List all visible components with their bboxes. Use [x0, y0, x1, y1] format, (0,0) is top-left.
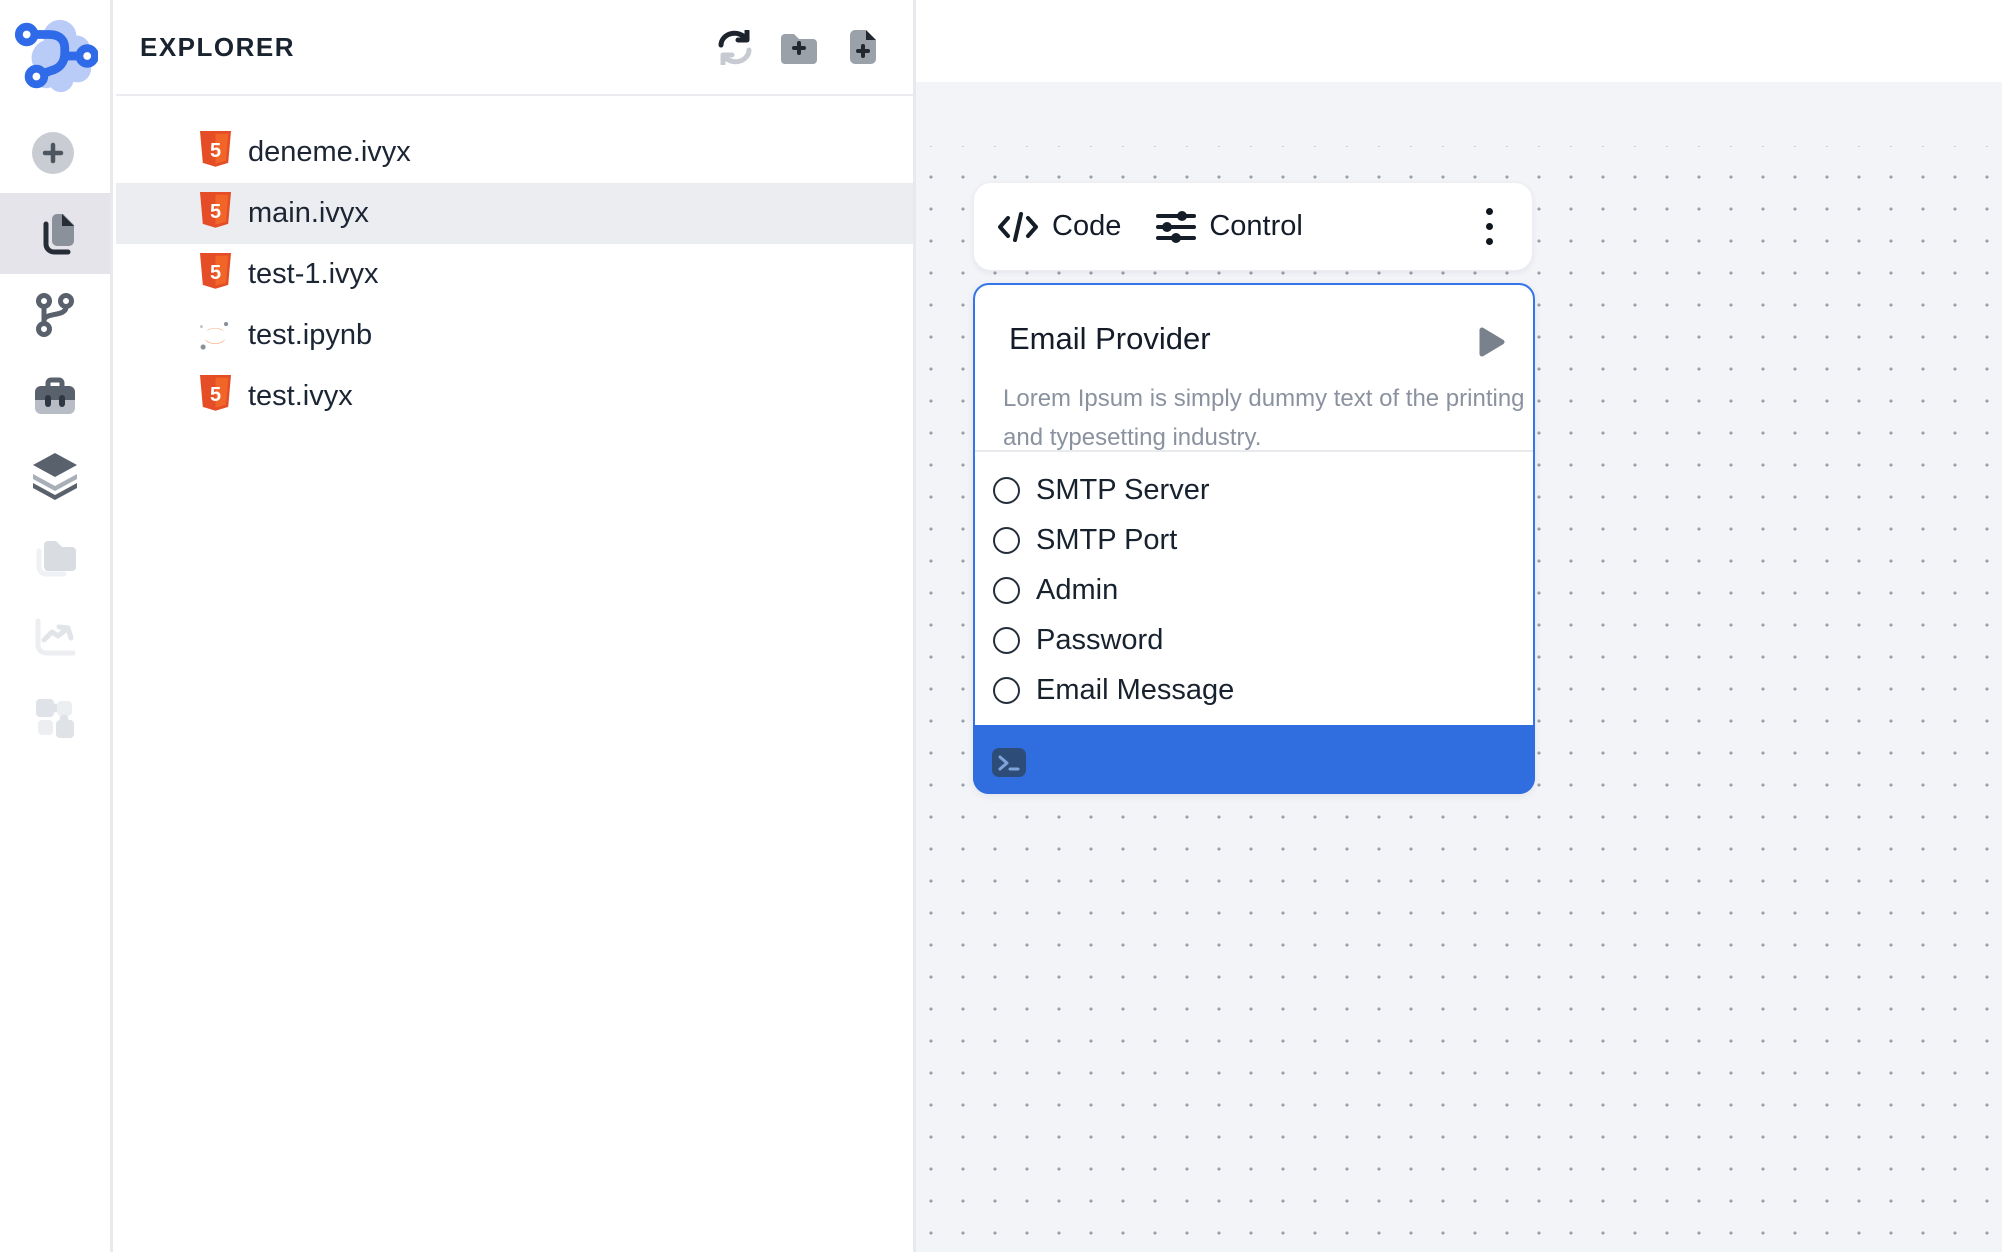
node-option-row[interactable]: Email Message: [975, 665, 1533, 715]
svg-text:5: 5: [209, 201, 220, 223]
svg-text:5: 5: [209, 384, 220, 406]
jupyter-icon: [198, 316, 232, 356]
file-row[interactable]: 5 main.ivyx: [116, 183, 913, 244]
node-option-row[interactable]: SMTP Port: [975, 515, 1533, 565]
svg-text:5: 5: [209, 262, 220, 284]
icon-sidebar: [0, 0, 113, 1252]
file-row[interactable]: test.ipynb: [116, 305, 913, 366]
sliders-icon: [1155, 208, 1197, 246]
radio-button[interactable]: [993, 577, 1020, 604]
file-name: test-1.ivyx: [248, 258, 379, 291]
option-label: Admin: [1036, 574, 1118, 607]
explorer-title: EXPLORER: [140, 32, 295, 63]
file-row[interactable]: 5 deneme.ivyx: [116, 122, 913, 183]
file-type-icon: 5: [198, 191, 232, 237]
tab-code-label: Code: [1052, 210, 1121, 243]
radio-button[interactable]: [993, 677, 1020, 704]
file-list: 5 deneme.ivyx 5 main.ivyx 5 test-1.ivyx …: [116, 96, 913, 427]
sidebar-item-plugins[interactable]: [0, 677, 110, 758]
flow-canvas: Code Control Email Provider: [916, 0, 2002, 1252]
option-label: SMTP Server: [1036, 474, 1210, 507]
explorer-actions: [715, 0, 883, 94]
run-node-button[interactable]: [1477, 325, 1507, 359]
node-title: Email Provider: [1009, 321, 1211, 357]
new-folder-icon: [779, 30, 819, 64]
option-label: Email Message: [1036, 674, 1234, 707]
terminal-icon: [997, 754, 1021, 772]
toolbox-icon: [32, 374, 78, 418]
folder-icon: [32, 537, 78, 579]
canvas-toolbar: Code Control: [973, 182, 1533, 271]
layers-icon: [32, 452, 78, 501]
new-file-button[interactable]: [843, 27, 883, 67]
node-description-line: Lorem Ipsum is simply dummy text of the …: [1003, 379, 1525, 418]
explorer-panel: EXPLORER: [116, 0, 916, 1252]
option-label: SMTP Port: [1036, 524, 1177, 557]
html5-icon: 5: [200, 192, 231, 236]
tab-code[interactable]: Code: [996, 208, 1121, 246]
sidebar-item-flows[interactable]: [0, 274, 110, 355]
new-folder-button[interactable]: [779, 27, 819, 67]
file-type-icon: 5: [198, 130, 232, 176]
code-icon: [996, 208, 1040, 246]
radio-button[interactable]: [993, 527, 1020, 554]
add-button[interactable]: [32, 132, 74, 174]
node-options: SMTP Server SMTP Port Admin Password Ema…: [975, 452, 1533, 715]
node-footer: [973, 725, 1535, 794]
file-name: test.ivyx: [248, 380, 353, 413]
svg-text:5: 5: [209, 140, 220, 162]
file-name: main.ivyx: [248, 197, 369, 230]
files-icon: [34, 211, 76, 257]
toolbar-menu-button[interactable]: [1476, 183, 1502, 270]
file-row[interactable]: 5 test.ivyx: [116, 366, 913, 427]
sidebar-item-folders[interactable]: [0, 517, 110, 598]
refresh-button[interactable]: [715, 27, 755, 67]
git-branch-icon: [34, 293, 76, 337]
node-option-row[interactable]: SMTP Server: [975, 465, 1533, 515]
file-type-icon: [198, 313, 232, 359]
html5-icon: 5: [200, 253, 231, 297]
node-option-row[interactable]: Admin: [975, 565, 1533, 615]
file-row[interactable]: 5 test-1.ivyx: [116, 244, 913, 305]
sidebar-item-toolbox[interactable]: [0, 355, 110, 436]
sidebar-item-files[interactable]: [0, 193, 110, 274]
sidebar-item-layers[interactable]: [0, 436, 110, 517]
html5-icon: 5: [200, 375, 231, 419]
file-type-icon: 5: [198, 252, 232, 298]
html5-icon: 5: [200, 131, 231, 175]
radio-button[interactable]: [993, 477, 1020, 504]
app-logo: [10, 14, 98, 98]
new-file-icon: [846, 27, 880, 67]
terminal-button[interactable]: [992, 748, 1026, 777]
email-provider-node[interactable]: Email Provider Lorem Ipsum is simply dum…: [973, 283, 1535, 794]
app-window: EXPLORER: [0, 0, 2002, 1252]
option-label: Password: [1036, 624, 1163, 657]
tab-control[interactable]: Control: [1155, 208, 1303, 246]
sidebar-item-analytics[interactable]: [0, 597, 110, 678]
file-name: deneme.ivyx: [248, 136, 411, 169]
chart-icon: [33, 618, 77, 658]
canvas-top-strip: [916, 0, 2002, 82]
kebab-menu-icon: [1486, 208, 1493, 215]
file-name: test.ipynb: [248, 319, 372, 352]
tab-control-label: Control: [1209, 210, 1303, 243]
file-type-icon: 5: [198, 374, 232, 420]
explorer-header: EXPLORER: [116, 0, 913, 96]
node-option-row[interactable]: Password: [975, 615, 1533, 665]
play-icon: [1477, 325, 1507, 359]
plus-icon: [32, 132, 74, 174]
radio-button[interactable]: [993, 627, 1020, 654]
puzzle-icon: [33, 696, 77, 740]
node-description: Lorem Ipsum is simply dummy text of the …: [1003, 379, 1525, 457]
cloud-branch-logo-icon: [10, 14, 98, 98]
refresh-icon: [716, 30, 754, 65]
